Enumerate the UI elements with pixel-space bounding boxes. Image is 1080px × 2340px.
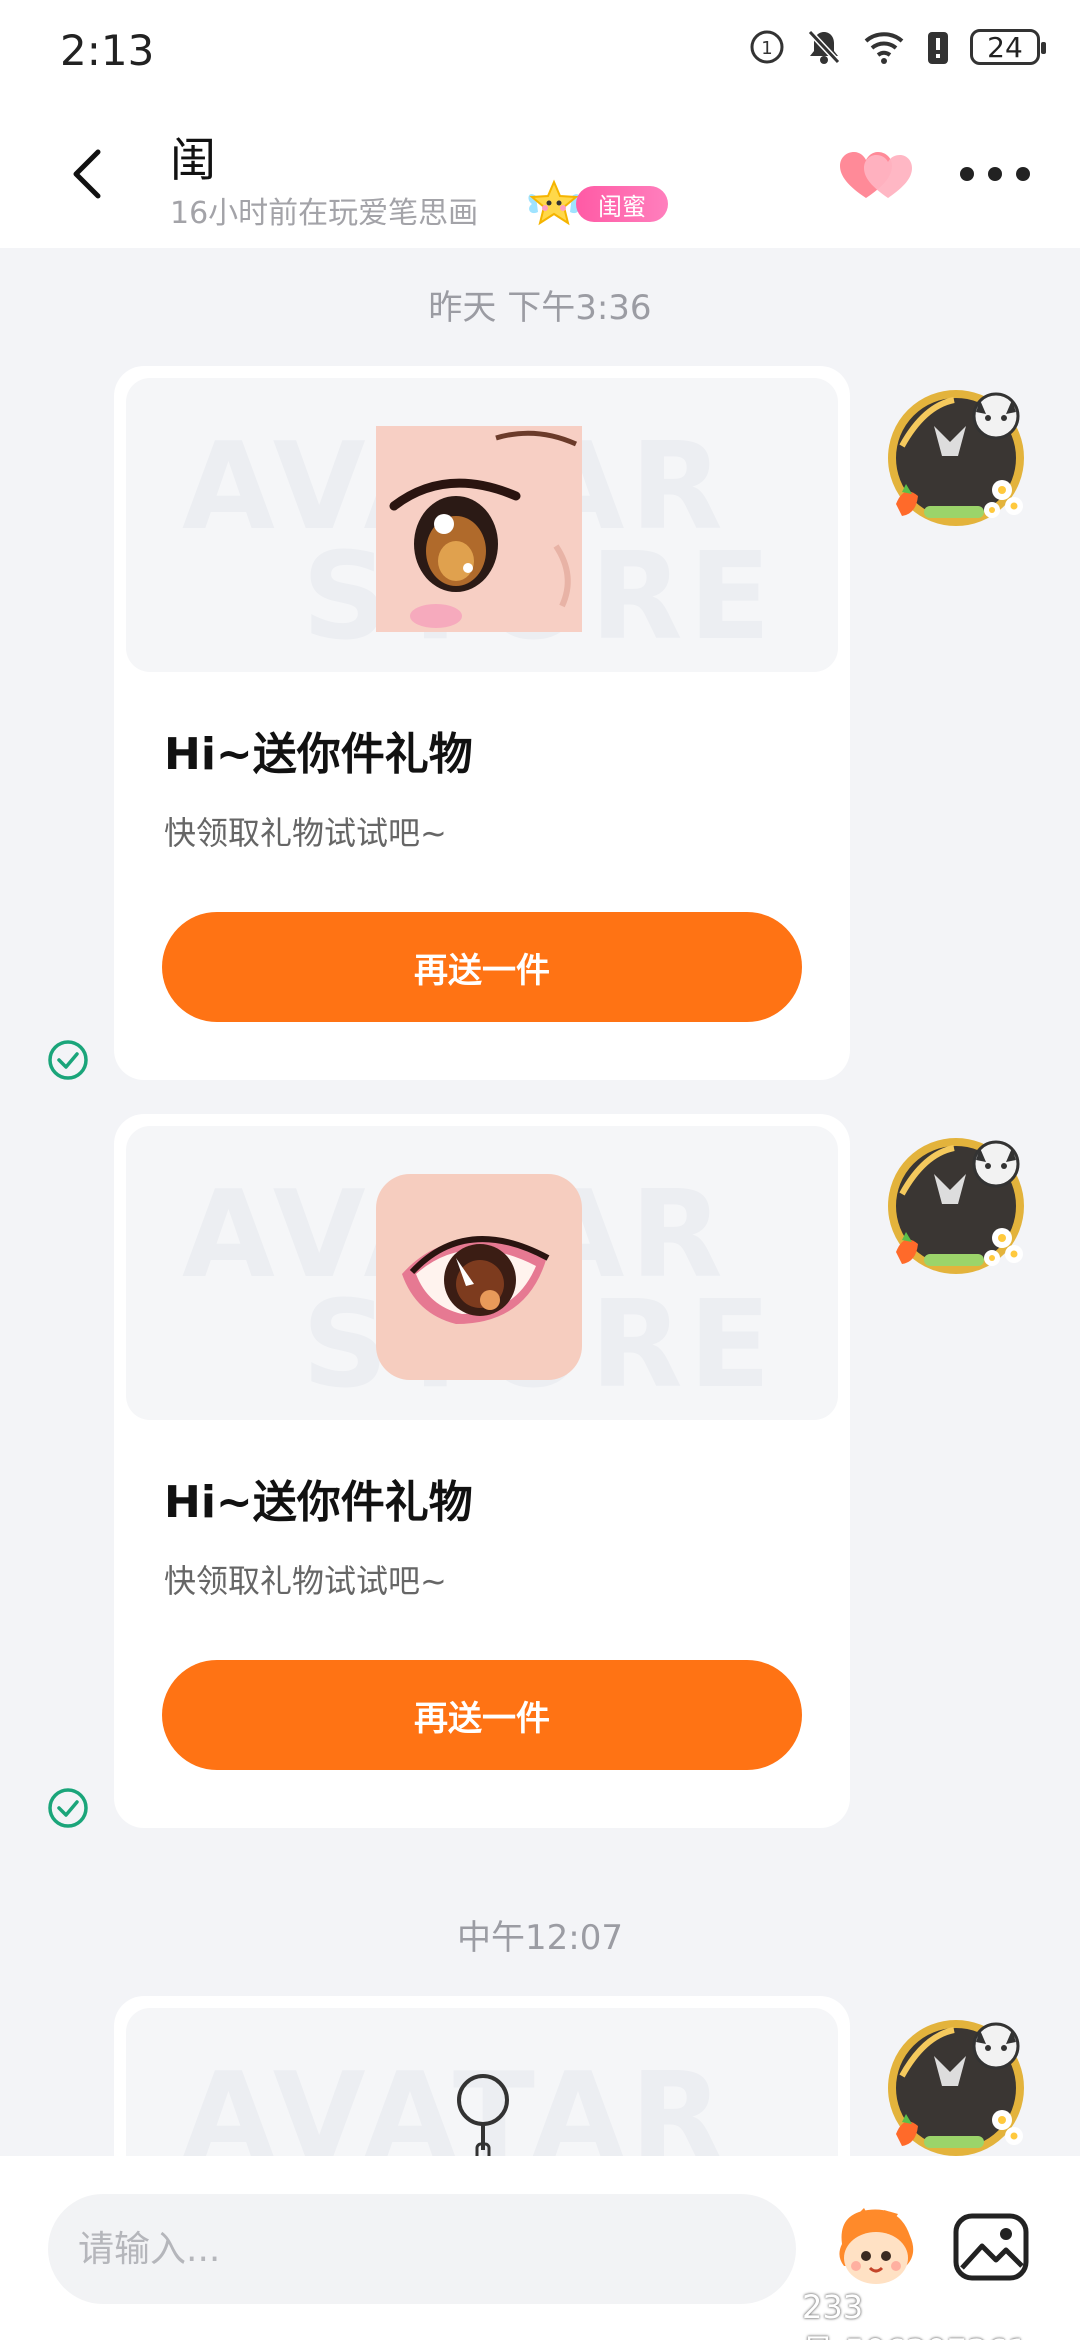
gift-card-title: Hi~送你件礼物 bbox=[164, 1477, 473, 1528]
chat-header: 闺 16小时前在玩爱笔思画 闺蜜 bbox=[0, 104, 1080, 248]
relationship-badge[interactable]: 闺蜜 bbox=[522, 178, 668, 230]
more-dot bbox=[988, 167, 1002, 181]
chat-subtitle: 16小时前在玩爱笔思画 bbox=[170, 196, 479, 231]
gift-item-image[interactable] bbox=[376, 426, 582, 632]
message-timestamp: 中午12:07 bbox=[457, 1918, 623, 1958]
status-bar: 2:13 1 24 bbox=[0, 0, 1080, 104]
gift-message-card[interactable]: AVATAR STORE Hi~送你件礼物 快领取礼物试试吧~ 再送一件 bbox=[114, 1114, 850, 1828]
gift-card-title: Hi~送你件礼物 bbox=[164, 729, 473, 780]
read-check-icon bbox=[48, 1040, 88, 1080]
gift-banner: AVATAR STORE bbox=[126, 1126, 838, 1420]
send-again-button[interactable]: 再送一件 bbox=[162, 1660, 802, 1770]
message-input[interactable] bbox=[48, 2194, 796, 2304]
message-timestamp: 昨天 下午3:36 bbox=[428, 288, 652, 328]
data-1-icon: 1 bbox=[750, 30, 784, 64]
user-avatar[interactable] bbox=[884, 1134, 1028, 1278]
uid-watermark: 233号:506307361 bbox=[802, 2288, 1028, 2340]
status-icons: 1 24 bbox=[748, 28, 1046, 66]
intimacy-button[interactable] bbox=[838, 146, 918, 206]
more-dot bbox=[960, 167, 974, 181]
more-dot bbox=[1016, 167, 1030, 181]
user-avatar[interactable] bbox=[884, 386, 1028, 530]
anime-eye-icon bbox=[376, 426, 582, 632]
emoji-avatar-icon[interactable] bbox=[828, 2200, 922, 2294]
hearts-icon bbox=[840, 152, 912, 198]
read-check-icon bbox=[48, 1788, 88, 1828]
gift-message-card[interactable]: AVATAR STORE Hi~送你件礼物 快领取礼物试试吧~ 再送一件 bbox=[114, 366, 850, 1080]
battery-saver-icon bbox=[928, 32, 948, 64]
gift-item-image[interactable] bbox=[376, 1174, 582, 1380]
gift-banner: AVATAR STORE bbox=[126, 378, 838, 672]
battery-icon: 24 bbox=[970, 29, 1046, 65]
chat-title: 闺 bbox=[170, 133, 216, 187]
gift-card-description: 快领取礼物试试吧~ bbox=[164, 814, 447, 852]
send-again-button[interactable]: 再送一件 bbox=[162, 912, 802, 1022]
user-avatar[interactable] bbox=[884, 2016, 1028, 2160]
gift-card-description: 快领取礼物试试吧~ bbox=[164, 1562, 447, 1600]
mute-bell-icon bbox=[807, 29, 841, 65]
image-icon[interactable] bbox=[950, 2206, 1032, 2288]
svg-text:1: 1 bbox=[761, 38, 772, 59]
status-time: 2:13 bbox=[60, 26, 155, 75]
wifi-icon bbox=[864, 32, 904, 64]
more-button[interactable] bbox=[960, 154, 1030, 194]
back-button[interactable] bbox=[56, 144, 116, 204]
makeup-eye-icon bbox=[376, 1174, 582, 1380]
relationship-badge-label: 闺蜜 bbox=[576, 186, 668, 222]
back-arrow-icon bbox=[73, 149, 101, 199]
pendant-handle-icon bbox=[457, 2074, 509, 2160]
